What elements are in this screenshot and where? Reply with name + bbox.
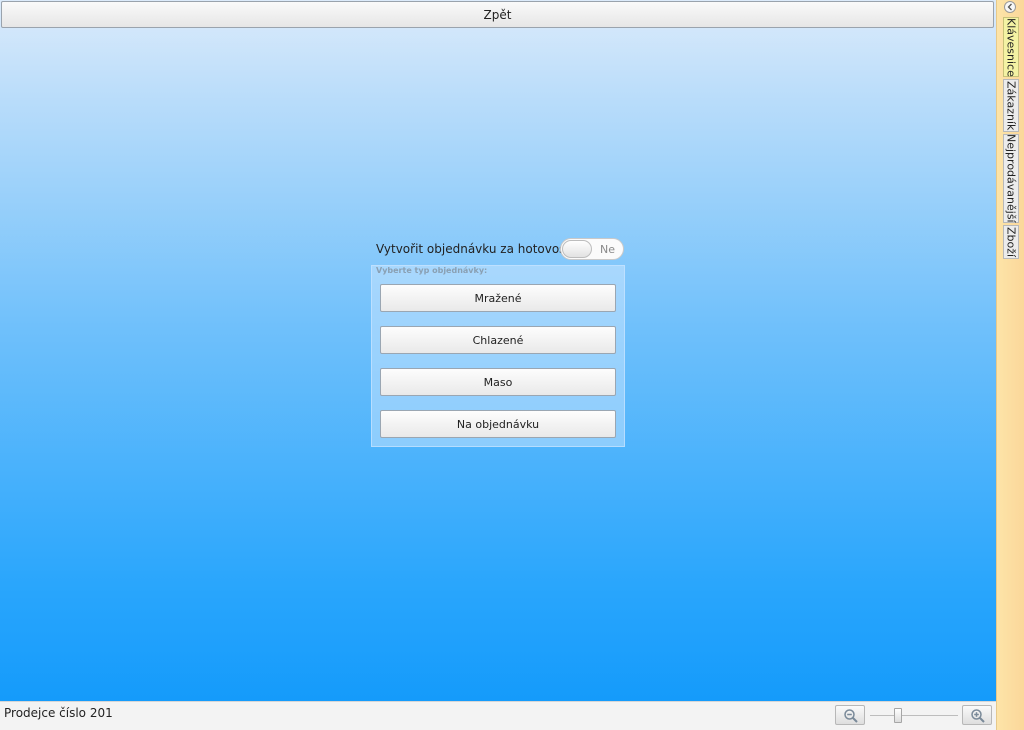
status-bar: Prodejce číslo 201	[0, 701, 996, 730]
zoom-track	[870, 715, 958, 716]
order-type-panel: Vyberte typ objednávky: Mražené Chlazené…	[371, 265, 625, 447]
chevron-left-icon	[1007, 3, 1012, 11]
cash-order-question: Vytvořit objednávku za hotovost?	[376, 242, 577, 256]
order-type-custom-button[interactable]: Na objednávku	[380, 410, 616, 438]
zoom-slider[interactable]	[870, 705, 958, 725]
order-type-frozen-button[interactable]: Mražené	[380, 284, 616, 312]
side-tab-bestsellers[interactable]: Nejprodávanější	[1003, 134, 1019, 223]
back-button[interactable]: Zpět	[1, 1, 994, 28]
side-tab-keyboard[interactable]: Klávesnice	[1003, 17, 1019, 77]
side-tab-label: Nejprodávanější	[1004, 134, 1018, 223]
zoom-in-button[interactable]	[962, 705, 992, 725]
order-type-chilled-button[interactable]: Chlazené	[380, 326, 616, 354]
side-tab-goods[interactable]: Zboží	[1003, 225, 1019, 259]
side-tab-label: Klávesnice	[1004, 17, 1018, 77]
side-tab-label: Zboží	[1004, 226, 1018, 258]
zoom-out-button[interactable]	[835, 705, 865, 725]
cash-order-toggle[interactable]: Ne	[560, 238, 624, 260]
collapse-panel-button[interactable]	[1004, 1, 1016, 13]
cash-order-row: Vytvořit objednávku za hotovost? Ne	[371, 236, 625, 263]
zoom-thumb[interactable]	[894, 708, 902, 723]
side-tab-label: Zákazník	[1004, 80, 1018, 131]
zoom-out-icon	[844, 709, 858, 723]
side-tab-customer[interactable]: Zákazník	[1003, 79, 1019, 132]
seller-label: Prodejce číslo 201	[4, 706, 113, 720]
order-type-caption: Vyberte typ objednávky:	[376, 266, 488, 275]
toggle-knob[interactable]	[562, 240, 592, 258]
order-dialog: Vytvořit objednávku za hotovost? Ne Vybe…	[371, 236, 625, 448]
main-area: Zpět Vytvořit objednávku za hotovost? Ne…	[0, 0, 996, 730]
side-panel: Klávesnice Zákazník Nejprodávanější Zbož…	[996, 0, 1024, 730]
toggle-value: Ne	[600, 243, 615, 256]
order-type-meat-button[interactable]: Maso	[380, 368, 616, 396]
zoom-in-icon	[971, 709, 985, 723]
